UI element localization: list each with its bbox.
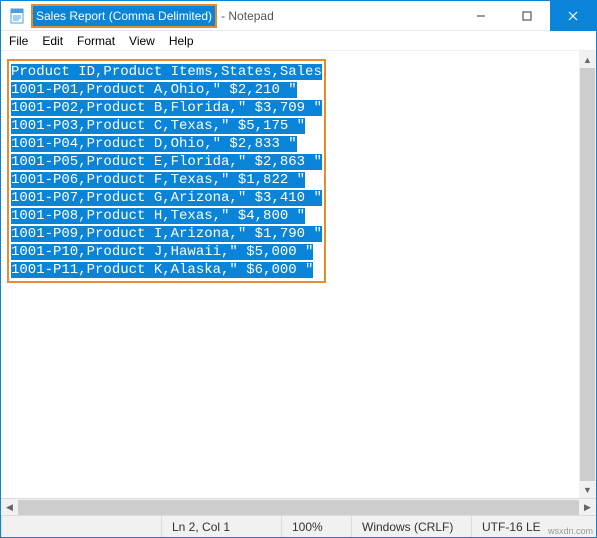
- status-zoom: 100%: [281, 516, 351, 537]
- menu-format[interactable]: Format: [77, 34, 115, 48]
- vertical-scrollbar[interactable]: ▲ ▼: [579, 51, 596, 498]
- window-controls: [458, 1, 596, 31]
- text-editor[interactable]: Product ID,Product Items,States,Sales 10…: [1, 51, 596, 498]
- scroll-right-icon[interactable]: ▶: [579, 499, 596, 516]
- menu-view[interactable]: View: [129, 34, 155, 48]
- menu-help[interactable]: Help: [169, 34, 194, 48]
- scroll-thumb[interactable]: [18, 500, 579, 515]
- scroll-down-icon[interactable]: ▼: [579, 481, 596, 498]
- close-button[interactable]: [550, 1, 596, 31]
- text-line[interactable]: 1001-P01,Product A,Ohio," $2,210 ": [11, 82, 297, 98]
- minimize-button[interactable]: [458, 1, 504, 31]
- text-line[interactable]: 1001-P11,Product K,Alaska," $6,000 ": [11, 262, 313, 278]
- scroll-track[interactable]: [18, 499, 579, 516]
- text-line[interactable]: 1001-P04,Product D,Ohio," $2,833 ": [11, 136, 297, 152]
- horizontal-scrollbar[interactable]: ◀ ▶: [1, 498, 596, 515]
- window-title-highlighted: Sales Report (Comma Delimited): [31, 4, 217, 28]
- scroll-left-icon[interactable]: ◀: [1, 499, 18, 516]
- text-line[interactable]: 1001-P08,Product H,Texas," $4,800 ": [11, 208, 305, 224]
- status-empty: [1, 516, 161, 537]
- text-line[interactable]: 1001-P05,Product E,Florida," $2,863 ": [11, 154, 322, 170]
- text-line[interactable]: Product ID,Product Items,States,Sales: [11, 64, 322, 80]
- status-line-ending: Windows (CRLF): [351, 516, 471, 537]
- menu-edit[interactable]: Edit: [42, 34, 63, 48]
- menubar: File Edit Format View Help: [1, 31, 596, 51]
- scroll-thumb[interactable]: [580, 68, 595, 481]
- notepad-icon: [9, 8, 25, 24]
- maximize-button[interactable]: [504, 1, 550, 31]
- highlighted-selection: Product ID,Product Items,States,Sales 10…: [7, 59, 326, 283]
- text-line[interactable]: 1001-P10,Product J,Hawaii," $5,000 ": [11, 244, 313, 260]
- status-encoding: UTF-16 LE: [471, 516, 596, 537]
- notepad-window: Sales Report (Comma Delimited) - Notepad…: [0, 0, 597, 538]
- text-line[interactable]: 1001-P03,Product C,Texas," $5,175 ": [11, 118, 305, 134]
- window-title-suffix: - Notepad: [221, 9, 274, 23]
- text-line[interactable]: 1001-P02,Product B,Florida," $3,709 ": [11, 100, 322, 116]
- statusbar: Ln 2, Col 1 100% Windows (CRLF) UTF-16 L…: [1, 515, 596, 537]
- status-cursor-position: Ln 2, Col 1: [161, 516, 281, 537]
- menu-file[interactable]: File: [9, 34, 28, 48]
- titlebar[interactable]: Sales Report (Comma Delimited) - Notepad: [1, 1, 596, 31]
- text-line[interactable]: 1001-P06,Product F,Texas," $1,822 ": [11, 172, 305, 188]
- text-line[interactable]: 1001-P09,Product I,Arizona," $1,790 ": [11, 226, 322, 242]
- scroll-track[interactable]: [579, 68, 596, 481]
- text-line[interactable]: 1001-P07,Product G,Arizona," $3,410 ": [11, 190, 322, 206]
- scroll-up-icon[interactable]: ▲: [579, 51, 596, 68]
